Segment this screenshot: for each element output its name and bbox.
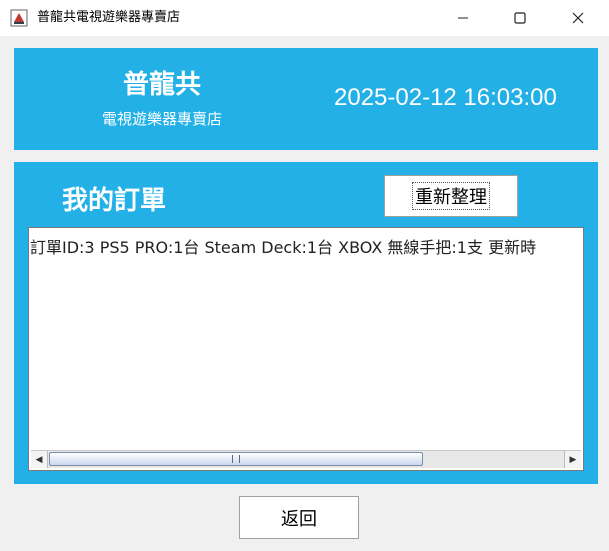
horizontal-scrollbar[interactable]: ◀ ▶: [31, 450, 581, 468]
arrow-left-icon: ◀: [35, 454, 43, 465]
back-button[interactable]: 返回: [239, 496, 359, 539]
minimize-button[interactable]: [440, 0, 486, 36]
header-panel: 普龍共 電視遊樂器專賣店 2025-02-12 16:03:00: [14, 48, 598, 150]
minimize-icon: [458, 17, 468, 19]
scrollbar-thumb[interactable]: [49, 452, 423, 466]
datetime-display: 2025-02-12 16:03:00: [334, 84, 557, 111]
scroll-right-button[interactable]: ▶: [564, 451, 581, 468]
order-row[interactable]: 訂單ID:3 PS5 PRO:1台 Steam Deck:1台 XBOX 無線手…: [30, 234, 536, 258]
orders-title: 我的訂單: [62, 186, 167, 216]
close-button[interactable]: [555, 0, 601, 36]
arrow-right-icon: ▶: [569, 454, 577, 465]
app-java-icon: [10, 9, 28, 27]
store-name: 普龍共: [122, 70, 201, 100]
window-title: 普龍共電視遊樂器專賣店: [37, 10, 181, 25]
grip-icon: [232, 455, 240, 463]
refresh-button[interactable]: 重新整理: [384, 175, 518, 217]
maximize-button[interactable]: [497, 0, 543, 36]
back-button-label: 返回: [281, 508, 317, 530]
orders-list[interactable]: 訂單ID:3 PS5 PRO:1台 Steam Deck:1台 XBOX 無線手…: [28, 227, 584, 471]
refresh-button-label: 重新整理: [412, 182, 490, 210]
store-subtitle: 電視遊樂器專賣店: [101, 110, 222, 128]
scroll-left-button[interactable]: ◀: [31, 451, 48, 468]
maximize-icon: [514, 12, 526, 24]
orders-panel: 我的訂單 重新整理 訂單ID:3 PS5 PRO:1台 Steam Deck:1…: [14, 162, 598, 484]
close-icon: [572, 12, 584, 24]
title-bar: 普龍共電視遊樂器專賣店: [0, 0, 609, 36]
